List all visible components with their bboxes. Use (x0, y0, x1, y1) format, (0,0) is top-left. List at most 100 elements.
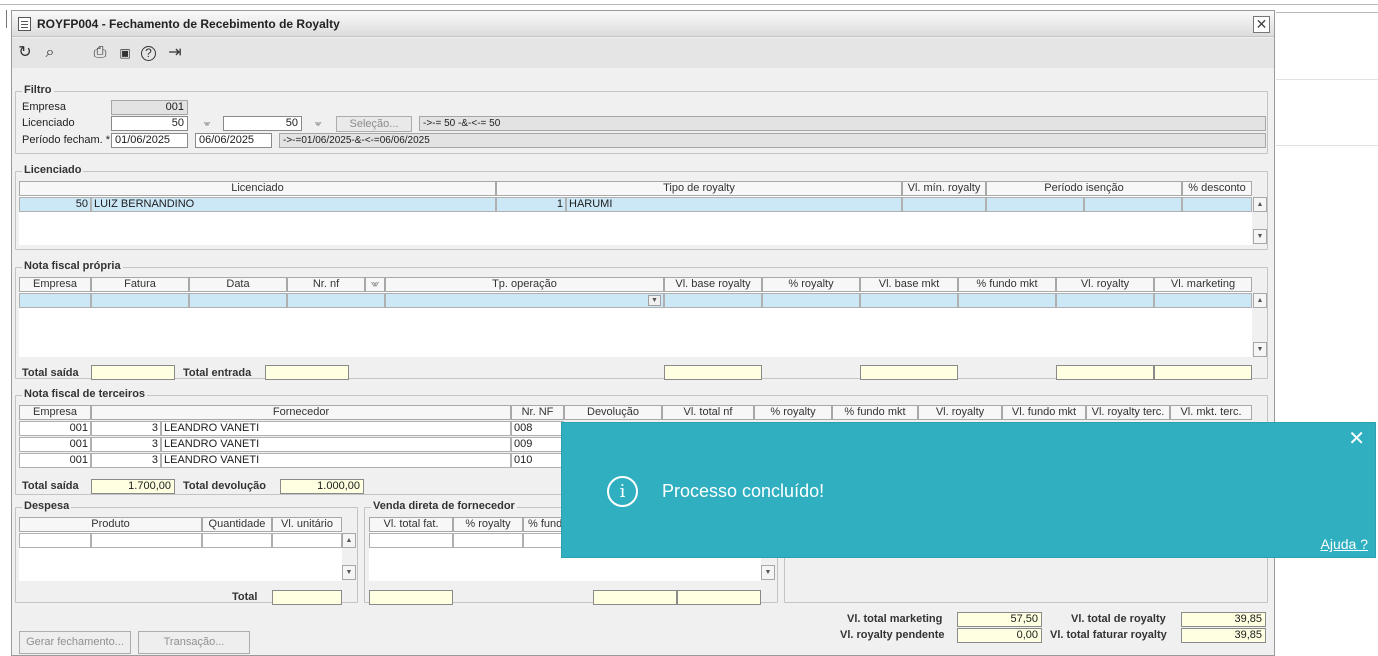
periodo-to-field[interactable]: 06/06/2025 (195, 133, 272, 148)
vl-royalty-pendente-field[interactable]: 0,00 (957, 628, 1042, 643)
fornecedor-code-cell[interactable]: 3 (91, 453, 161, 468)
table-cell[interactable] (1154, 293, 1252, 308)
nr-nf-cell[interactable]: 010 (511, 453, 564, 468)
header-tipo-royalty[interactable]: Tipo de royalty (496, 181, 902, 196)
header-tp-operacao[interactable]: Tp. operação (385, 277, 664, 292)
header-royalty-pct[interactable]: % royalty (754, 405, 832, 420)
scroll-down-icon[interactable]: ▼ (1253, 342, 1267, 357)
despesa-total-field[interactable] (272, 590, 342, 605)
header-data[interactable]: Data (189, 277, 287, 292)
header-vl-unitario[interactable]: Vl. unitário (272, 517, 342, 532)
scroll-up-icon[interactable]: ▲ (342, 533, 356, 548)
tp-operacao-select[interactable] (385, 293, 664, 308)
table-cell[interactable] (1182, 197, 1252, 212)
lookup-icon[interactable]: ⩖ (365, 277, 385, 292)
table-cell[interactable] (202, 533, 272, 548)
header-vl-royalty[interactable]: Vl. royalty (1056, 277, 1154, 292)
scroll-down-icon[interactable]: ▼ (1253, 229, 1267, 244)
search-icon[interactable]: ⌕ (41, 44, 59, 62)
venda-fundo-field[interactable] (677, 590, 761, 605)
header-vl-base-royalty[interactable]: Vl. base royalty (664, 277, 762, 292)
header-vl-royalty-terc[interactable]: Vl. royalty terc. (1086, 405, 1170, 420)
fornecedor-code-cell[interactable]: 3 (91, 421, 161, 436)
table-cell[interactable] (91, 293, 189, 308)
table-cell[interactable] (189, 293, 287, 308)
licenciado-code-cell[interactable]: 50 (19, 197, 91, 212)
table-cell[interactable] (287, 293, 385, 308)
header-fundo-mkt[interactable]: % fundo mkt (832, 405, 918, 420)
header-vl-marketing[interactable]: Vl. marketing (1154, 277, 1252, 292)
header-licenciado[interactable]: Licenciado (19, 181, 496, 196)
close-window-button[interactable]: ✕ (1253, 16, 1270, 33)
header-periodo-isencao[interactable]: Período isenção (986, 181, 1182, 196)
table-cell[interactable] (986, 197, 1084, 212)
table-cell[interactable] (19, 293, 91, 308)
scroll-up-icon[interactable]: ▲ (1253, 197, 1267, 212)
header-vl-total-fat[interactable]: Vl. total fat. (369, 517, 453, 532)
table-cell[interactable] (958, 293, 1056, 308)
tipo-code-cell[interactable]: 1 (496, 197, 566, 212)
fornecedor-name-cell[interactable]: LEANDRO VANETI (161, 421, 511, 436)
transacao-button[interactable]: Transação... (138, 631, 250, 654)
nr-nf-cell[interactable]: 009 (511, 437, 564, 452)
scroll-down-icon[interactable]: ▼ (761, 565, 775, 580)
lookup-icon[interactable]: ⩖ (199, 115, 215, 131)
header-vl-base-mkt[interactable]: Vl. base mkt (860, 277, 958, 292)
table-cell[interactable] (860, 293, 958, 308)
nr-nf-cell[interactable]: 008 (511, 421, 564, 436)
header-produto[interactable]: Produto (19, 517, 202, 532)
help-link[interactable]: Ajuda ? (1321, 536, 1368, 552)
total-saida-field[interactable]: 1.700,00 (91, 479, 175, 494)
header-fatura[interactable]: Fatura (91, 277, 189, 292)
table-cell[interactable] (664, 293, 762, 308)
fornecedor-code-cell[interactable]: 3 (91, 437, 161, 452)
table-cell[interactable] (91, 533, 202, 548)
total-vl-base-mkt[interactable] (860, 365, 958, 380)
empresa-cell[interactable]: 001 (19, 437, 91, 452)
header-vl-total-nf[interactable]: Vl. total nf (662, 405, 754, 420)
chevron-down-icon[interactable]: ▼ (648, 295, 661, 306)
empresa-cell[interactable]: 001 (19, 453, 91, 468)
table-cell[interactable] (19, 533, 91, 548)
total-vl-base-royalty[interactable] (664, 365, 762, 380)
header-fornecedor[interactable]: Fornecedor (91, 405, 511, 420)
total-vl-royalty[interactable] (1056, 365, 1154, 380)
table-cell[interactable] (272, 533, 342, 548)
venda-royalty-field[interactable] (593, 590, 677, 605)
header-desconto[interactable]: % desconto (1182, 181, 1252, 196)
fornecedor-name-cell[interactable]: LEANDRO VANETI (161, 453, 511, 468)
fornecedor-name-cell[interactable]: LEANDRO VANETI (161, 437, 511, 452)
table-cell[interactable] (902, 197, 986, 212)
header-empresa[interactable]: Empresa (19, 405, 91, 420)
header-nr-nf[interactable]: Nr. nf (287, 277, 365, 292)
total-devolucao-field[interactable]: 1.000,00 (280, 479, 364, 494)
total-saida-field[interactable] (91, 365, 175, 380)
licenciado-from-field[interactable]: 50 (111, 116, 188, 131)
vl-total-faturar-field[interactable]: 39,85 (1181, 628, 1266, 643)
header-royalty-pct[interactable]: % royalty (453, 517, 523, 532)
lookup-icon[interactable]: ⩖ (310, 115, 326, 131)
refresh-icon[interactable]: ↻ (16, 44, 34, 62)
venda-total-field[interactable] (369, 590, 453, 605)
exit-icon[interactable]: ⇥ (166, 44, 184, 62)
table-cell[interactable] (453, 533, 523, 548)
scroll-down-icon[interactable]: ▼ (342, 565, 356, 580)
vl-total-marketing-field[interactable]: 57,50 (957, 612, 1042, 627)
table-cell[interactable] (369, 533, 453, 548)
header-vl-fundo-mkt[interactable]: Vl. fundo mkt (1002, 405, 1086, 420)
total-entrada-field[interactable] (265, 365, 349, 380)
header-vl-min-royalty[interactable]: Vl. mín. royalty (902, 181, 986, 196)
print-icon[interactable]: ⎙ (91, 44, 109, 62)
empresa-field[interactable]: 001 (111, 100, 188, 115)
licenciado-to-field[interactable]: 50 (223, 116, 302, 131)
header-vl-royalty[interactable]: Vl. royalty (918, 405, 1002, 420)
header-fundo-mkt[interactable]: % fundo mkt (958, 277, 1056, 292)
header-devolucao[interactable]: Devolução (564, 405, 662, 420)
help-icon[interactable]: ? (141, 46, 156, 61)
header-nr-nf[interactable]: Nr. NF (511, 405, 564, 420)
selecao-button[interactable]: Seleção... (336, 116, 412, 132)
total-vl-marketing[interactable] (1154, 365, 1252, 380)
vl-total-royalty-field[interactable]: 39,85 (1181, 612, 1266, 627)
scroll-up-icon[interactable]: ▲ (1253, 293, 1267, 308)
table-cell[interactable] (1056, 293, 1154, 308)
